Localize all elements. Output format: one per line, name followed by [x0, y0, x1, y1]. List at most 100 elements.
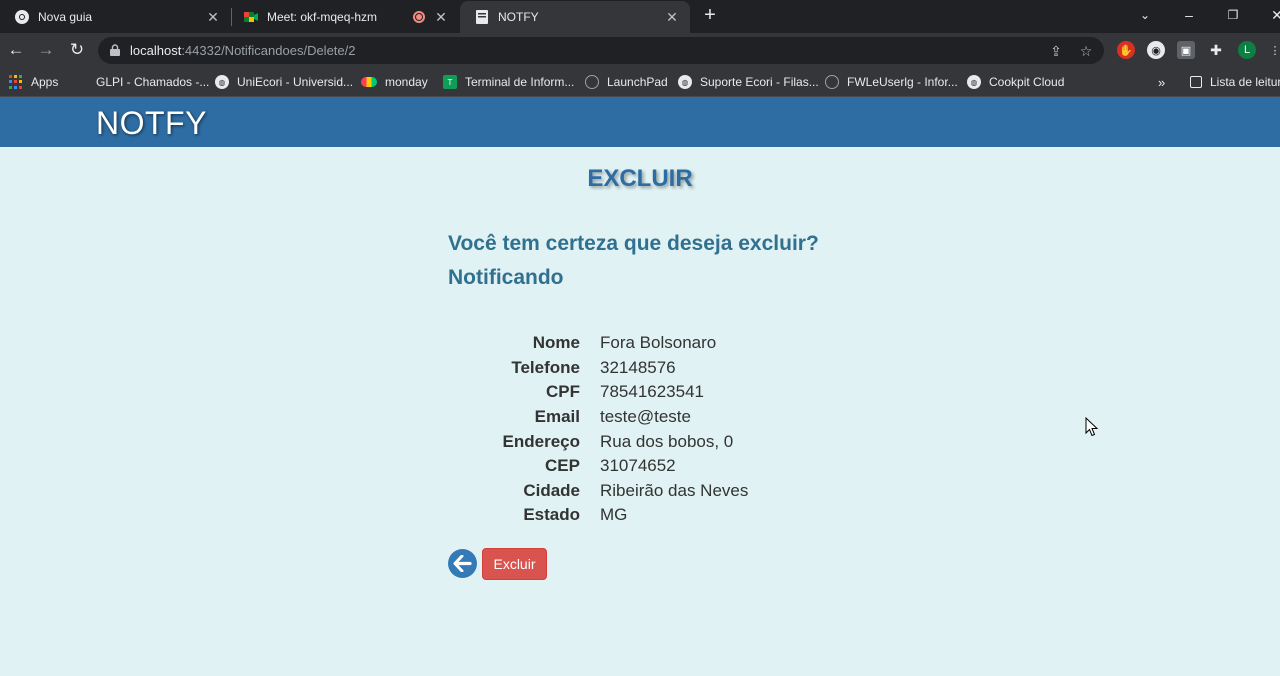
bookmark-label: Cookpit Cloud [989, 75, 1065, 89]
bookmark-apps[interactable]: Apps [9, 73, 58, 91]
tab-title: Nova guia [38, 10, 93, 24]
address-bar[interactable]: localhost:44332/Notificandoes/Delete/2 ⇪… [98, 37, 1104, 64]
detail-row-cpf: CPF 78541623541 [440, 380, 860, 405]
detail-row-endereco: Endereço Rua dos bobos, 0 [440, 429, 860, 454]
forward-arrow-icon[interactable]: → [34, 38, 58, 62]
globe-icon: ◍ [678, 75, 692, 89]
apps-grid-icon [9, 75, 23, 89]
bookmark-cookpit[interactable]: ◍ Cookpit Cloud [967, 73, 1064, 91]
url-text: localhost:44332/Notificandoes/Delete/2 [130, 43, 356, 58]
field-label: CPF [546, 382, 580, 402]
reload-icon[interactable]: ↻ [65, 38, 89, 62]
bookmark-launchpad[interactable]: LaunchPad [585, 73, 668, 91]
field-value: MG [600, 505, 628, 525]
field-label: Telefone [511, 357, 580, 377]
bookmark-label: FWLeUserlg - Infor... [847, 75, 958, 89]
page-title: EXCLUIR [587, 165, 693, 192]
menu-kebab-icon[interactable]: ⋮ [1266, 41, 1280, 59]
field-value: 78541623541 [600, 382, 705, 402]
browser-tab-strip: Nova guia ✕ Meet: okf-mqeq-hzm ✕ NOTFY ✕… [0, 0, 1280, 33]
field-value: Fora Bolsonaro [600, 333, 717, 353]
more-bookmarks-icon[interactable]: » [1158, 73, 1165, 91]
url-host: localhost [130, 43, 182, 58]
globe-icon: ◍ [215, 75, 229, 89]
reading-list-label: Lista de leitura [1210, 75, 1280, 89]
field-label: CEP [545, 456, 580, 476]
bookmark-glpi[interactable]: GLPI - Chamados -... [74, 73, 209, 91]
bookmark-label: Suporte Ecori - Filas... [700, 75, 819, 89]
page-icon [476, 10, 488, 24]
extensions-puzzle-icon[interactable]: ✚ [1207, 41, 1225, 59]
bookmark-fwleuserlg[interactable]: FWLeUserlg - Infor... [825, 73, 958, 91]
field-label: Nome [532, 333, 580, 353]
app-navbar: NOTFY [0, 97, 1280, 147]
tab-title: NOTFY [498, 10, 539, 24]
browser-toolbar: ← → ↻ localhost:44332/Notificandoes/Dele… [0, 33, 1280, 67]
tab-notfy[interactable]: NOTFY ✕ [460, 1, 690, 33]
share-icon[interactable]: ⇪ [1046, 41, 1066, 61]
url-path: :44332/Notificandoes/Delete/2 [181, 43, 356, 58]
bookmark-uniecori[interactable]: ◍ UniEcori - Universid... [215, 73, 353, 91]
bookmark-label: LaunchPad [607, 75, 668, 89]
lock-icon [110, 44, 120, 56]
bookmark-star-icon[interactable]: ☆ [1076, 41, 1096, 61]
bookmark-suporte[interactable]: ◍ Suporte Ecori - Filas... [678, 73, 819, 91]
launchpad-icon [585, 75, 599, 89]
back-arrow-icon[interactable]: ← [4, 38, 28, 62]
detail-row-telefone: Telefone 32148576 [440, 356, 860, 381]
detail-row-estado: Estado MG [440, 503, 860, 528]
avatar[interactable]: L [1238, 41, 1256, 59]
detail-row-cidade: Cidade Ribeirão das Neves [440, 479, 860, 504]
details-list: Nome Fora Bolsonaro Telefone 32148576 CP… [440, 331, 860, 528]
chrome-icon [15, 10, 29, 24]
tab-search-icon[interactable]: ⌄ [1122, 0, 1168, 30]
arrow-left-icon [453, 555, 472, 572]
terminal-icon: T [443, 75, 457, 89]
field-value: teste@teste [600, 407, 691, 427]
confirm-question: Você tem certeza que deseja excluir? [448, 232, 819, 255]
glpi-icon [74, 75, 88, 89]
bookmark-monday[interactable]: monday [361, 73, 428, 91]
bookmark-label: Terminal de Inform... [465, 75, 575, 89]
field-value: 31074652 [600, 456, 676, 476]
close-window-button[interactable]: ✕ [1254, 0, 1280, 30]
bookmark-label: Apps [31, 75, 59, 89]
bookmark-label: monday [385, 75, 428, 89]
bookmarks-bar: Apps GLPI - Chamados -... ◍ UniEcori - U… [0, 67, 1280, 97]
reading-list-icon [1190, 76, 1202, 88]
minimize-button[interactable]: – [1166, 0, 1212, 30]
bookmark-label: GLPI - Chamados -... [96, 75, 210, 89]
field-label: Endereço [502, 431, 580, 451]
tab-title: Meet: okf-mqeq-hzm [267, 10, 378, 24]
delete-button[interactable]: Excluir [482, 548, 547, 580]
extension-chat-icon[interactable]: ◉ [1147, 41, 1165, 59]
close-icon[interactable]: ✕ [662, 7, 682, 27]
extension-red-icon[interactable]: ✋ [1117, 41, 1135, 59]
field-value: Rua dos bobos, 0 [600, 431, 734, 451]
extension-screen-icon[interactable]: ▣ [1177, 41, 1195, 59]
bookmark-terminal[interactable]: T Terminal de Inform... [443, 73, 574, 91]
meet-icon [244, 12, 258, 22]
field-label: Email [534, 407, 580, 427]
field-value: 32148576 [600, 357, 676, 377]
entity-name: Notificando [448, 266, 564, 289]
detail-row-cep: CEP 31074652 [440, 454, 860, 479]
reading-list[interactable]: Lista de leitura [1190, 73, 1280, 91]
tab-meet[interactable]: Meet: okf-mqeq-hzm ✕ [229, 1, 459, 33]
recording-icon [413, 11, 425, 23]
fwle-icon [825, 75, 839, 89]
new-tab-button[interactable]: + [699, 5, 721, 27]
monday-icon [361, 77, 377, 87]
back-to-list-button[interactable] [448, 549, 477, 578]
detail-row-nome: Nome Fora Bolsonaro [440, 331, 860, 356]
tab-nova-guia[interactable]: Nova guia ✕ [0, 1, 231, 33]
restore-button[interactable]: ❐ [1210, 0, 1256, 30]
field-label: Estado [523, 505, 580, 525]
detail-row-email: Email teste@teste [440, 405, 860, 430]
mouse-pointer-icon [1085, 417, 1099, 437]
field-label: Cidade [523, 480, 580, 500]
close-icon[interactable]: ✕ [203, 7, 223, 27]
brand-logo[interactable]: NOTFY [96, 105, 207, 142]
close-icon[interactable]: ✕ [431, 7, 451, 27]
bookmark-label: UniEcori - Universid... [237, 75, 354, 89]
